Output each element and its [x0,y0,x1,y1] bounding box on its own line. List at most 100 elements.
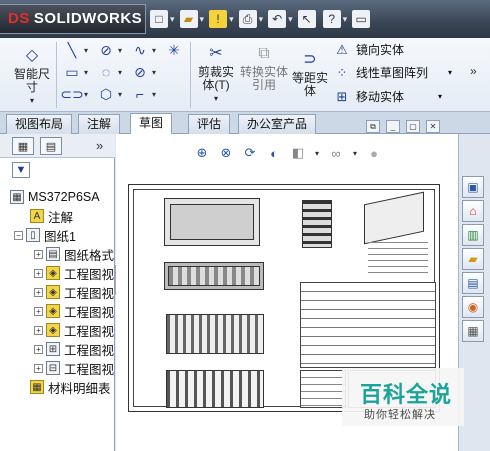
tree-item-annotation[interactable]: A 注解 [30,207,73,225]
expand-icon[interactable]: + [34,325,43,335]
rectangle-tool-button[interactable]: ▭ [62,63,82,81]
file-explorer-icon[interactable]: ▰ [462,248,484,270]
smart-dimension-label: 智能尺寸 [13,67,50,94]
tree-item-drawing-view[interactable]: + ⊞ 工程图视 [34,340,114,358]
rotate-icon[interactable]: ⟳ [240,143,260,163]
chevron-down-icon[interactable]: ▾ [118,90,122,99]
help-button[interactable]: ? ▾ [322,7,347,31]
chevron-down-icon[interactable]: ▾ [84,46,88,55]
chevron-down-icon[interactable]: ▾ [350,143,360,163]
select-button[interactable]: ↖ [297,7,318,31]
section-view-icon[interactable]: ◐ [264,143,284,163]
tab-sketch[interactable]: 草图 [130,113,173,134]
new-document-button[interactable]: □ ▾ [150,7,175,31]
smart-dimension-button[interactable]: ◇ 智能尺寸 ▾ [10,44,54,107]
tree-root[interactable]: ▦ MS372P6SA [10,188,100,206]
expand-icon[interactable]: + [34,249,43,259]
expand-icon[interactable]: + [34,268,43,278]
chevron-down-icon[interactable]: ▾ [152,46,156,55]
trim-entities-button[interactable]: ✂ 剪裁实体(T) ▾ [194,42,238,105]
zoom-to-fit-icon[interactable]: ⊕ [192,143,212,163]
drawing-view-isometric[interactable] [364,191,424,245]
mirror-entities-button[interactable]: ⚠ 镜向实体 [334,41,404,58]
point-tool-button[interactable]: ✳ [164,41,184,59]
tab-annotation[interactable]: 注解 [78,114,121,134]
display-style-icon[interactable]: ◧ [288,143,308,163]
minimize-icon[interactable]: _ [386,120,400,133]
hide-show-icon[interactable]: ∞ [326,143,346,163]
rebuild-warning-button[interactable]: ! ▾ [209,7,234,31]
custom-properties-icon[interactable]: ▦ [462,320,484,342]
spline-icon: ∿ [134,41,146,58]
chevron-down-icon[interactable]: ▾ [438,92,442,101]
chevron-down-icon[interactable]: ▾ [84,90,88,99]
feature-manager-panel: ▦ ▤ » ▼ ▦ MS372P6SA A 注解 − ▯ 图纸1 + ▤ 图纸格… [0,134,115,451]
tree-item-sheet[interactable]: − ▯ 图纸1 [14,226,76,244]
chevron-down-icon[interactable]: ▾ [84,68,88,77]
options-button[interactable]: ▭ [352,7,372,31]
tab-view-layout[interactable]: 视图布局 [6,114,73,134]
expand-icon[interactable]: + [34,306,43,316]
tree-item-drawing-view[interactable]: + ⊟ 工程图视 [34,359,114,377]
linear-pattern-button[interactable]: ⁘ 线性草图阵列 ▾ [334,64,452,81]
feature-tree-tab[interactable]: ▦ [12,137,34,155]
expand-panel-icon[interactable]: » [96,138,103,153]
restore-icon[interactable]: ⧉ [366,120,380,133]
design-library-icon[interactable]: ▥ [462,224,484,246]
convert-entities-button[interactable]: ⧉ 转换实体引用 [240,42,288,92]
maximize-icon[interactable]: ▢ [406,120,420,133]
drawing-view-bottom[interactable] [166,370,264,408]
tab-evaluate[interactable]: 评估 [188,114,231,134]
chevron-down-icon[interactable]: ▾ [152,90,156,99]
chevron-down-icon[interactable]: ▾ [152,68,156,77]
drawing-icon: ▦ [10,190,24,204]
property-manager-tab[interactable]: ▤ [40,137,62,155]
tree-item-drawing-view[interactable]: + ◈ 工程图视 [34,283,114,301]
appearance-icon[interactable]: ● [364,143,384,163]
move-entities-button[interactable]: ⊞ 移动实体 ▾ [334,88,442,105]
slot-tool-button[interactable]: ⊂⊃ [60,85,83,103]
new-document-icon: □ [150,10,168,28]
tree-item-sheet-format[interactable]: + ▤ 图纸格式 [34,245,114,263]
line-tool-button[interactable]: ╲ [62,41,82,59]
tree-item-drawing-view[interactable]: + ◈ 工程图视 [34,302,114,320]
undo-button[interactable]: ↶ ▾ [268,7,293,31]
drawing-view-section[interactable] [166,314,264,354]
expand-task-pane-icon[interactable]: ▣ [462,176,484,198]
offset-entities-button[interactable]: ⊃ 等距实体 [289,48,331,98]
annotation-icon: A [30,209,44,223]
tree-item-drawing-view[interactable]: + ◈ 工程图视 [34,321,114,339]
collapse-icon[interactable]: − [14,230,23,240]
home-icon[interactable]: ⌂ [462,200,484,222]
chevron-down-icon[interactable]: ▾ [312,143,322,163]
arc-tool-button[interactable]: ◌ [96,63,116,81]
chevron-down-icon[interactable]: ▾ [118,68,122,77]
bom-table[interactable] [300,282,436,368]
appearances-icon[interactable]: ◉ [462,296,484,318]
ellipse-tool-button[interactable]: ⊘ [130,63,150,81]
chevron-down-icon[interactable]: ▾ [448,68,452,77]
tree-item-label: 工程图视 [64,362,115,377]
tree-item-bom[interactable]: ▦ 材料明细表 [30,378,111,396]
offset-entities-icon: ⊃ [303,50,317,68]
drawing-view-side[interactable] [302,200,332,248]
fillet-tool-button[interactable]: ⌐ [130,85,150,103]
circle-tool-button[interactable]: ⊘ [96,41,116,59]
tab-office-products[interactable]: 办公室产品 [238,114,317,134]
open-button[interactable]: ▰ ▾ [179,7,204,31]
view-palette-icon[interactable]: ▤ [462,272,484,294]
filter-icon[interactable]: ▼ [12,162,30,178]
close-icon[interactable]: ✕ [426,120,440,133]
filter-row: ▼ [0,160,115,180]
print-button[interactable]: ⎙ ▾ [238,7,263,31]
expand-icon[interactable]: + [34,363,43,373]
convert-entities-icon: ⧉ [258,44,270,62]
ribbon-more-icon[interactable]: » [470,64,477,78]
polygon-tool-button[interactable]: ⬡ [96,85,116,103]
tree-item-drawing-view[interactable]: + ◈ 工程图视 [34,264,114,282]
chevron-down-icon[interactable]: ▾ [118,46,122,55]
zoom-area-icon[interactable]: ⊗ [216,143,236,163]
spline-tool-button[interactable]: ∿ [130,41,150,59]
expand-icon[interactable]: + [34,344,43,354]
expand-icon[interactable]: + [34,287,43,297]
